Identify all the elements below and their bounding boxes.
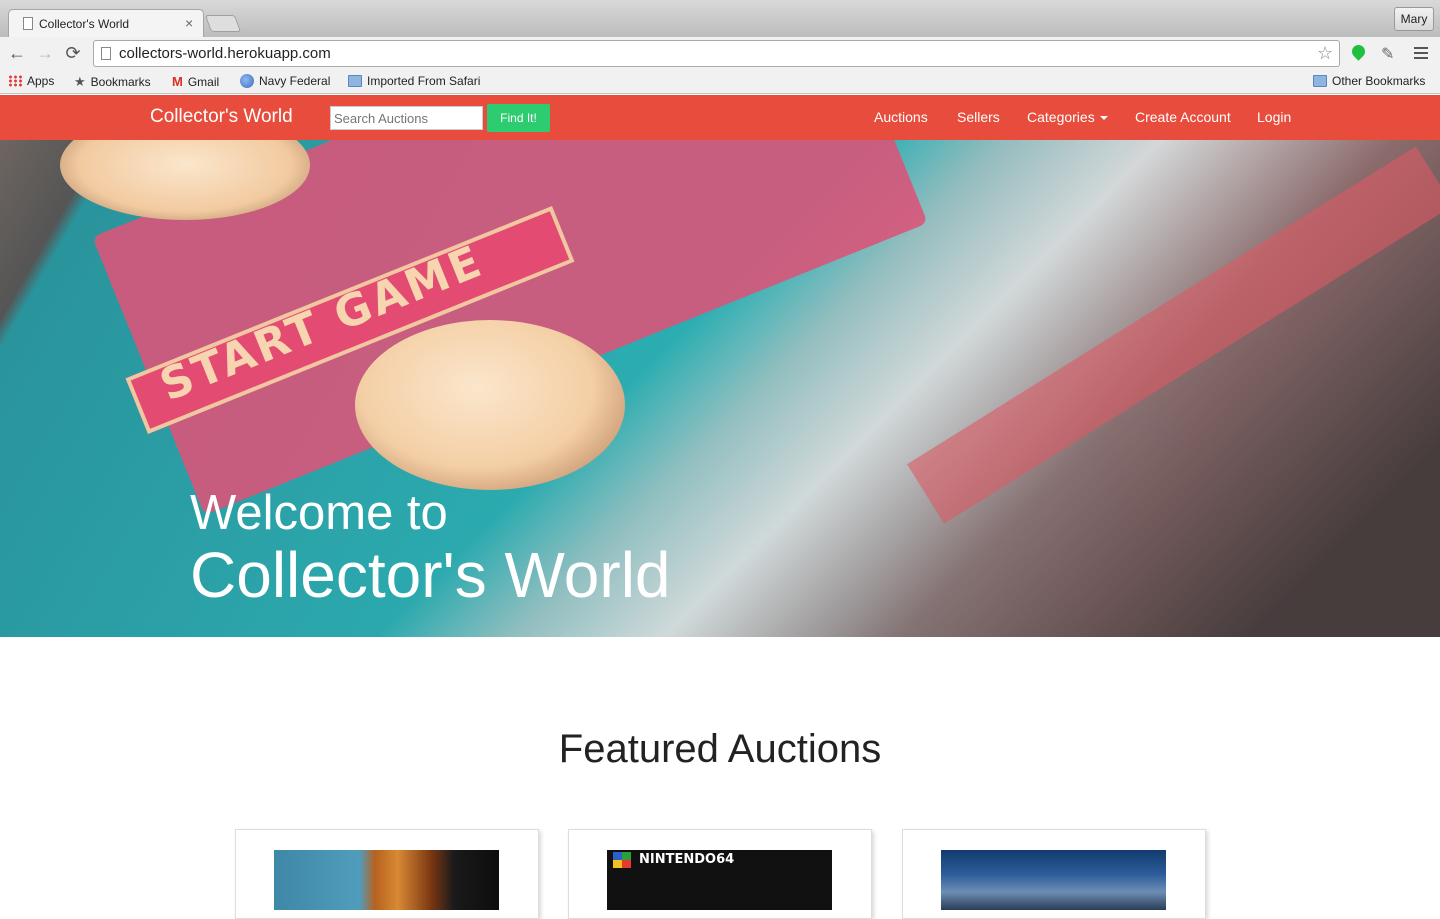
n64-logo-icon [613,852,631,868]
search-input[interactable] [330,106,483,130]
hero-welcome-text: Welcome to [190,486,448,540]
profile-button[interactable]: Mary [1394,7,1434,31]
eyedropper-extension-icon[interactable]: ✎ [1381,44,1401,64]
hero-image-stripe [907,146,1440,524]
brand-link[interactable]: Collector's World [150,106,293,128]
bookmark-label: Other Bookmarks [1332,74,1426,88]
auction-card[interactable]: NINTENDO64 [568,829,872,919]
bookmarks-bar: Apps ★ Bookmarks M Gmail Navy Federal Im… [0,70,1440,94]
apps-grid-icon [8,75,22,87]
nav-auctions[interactable]: Auctions [874,109,928,125]
back-arrow-icon[interactable]: ← [6,42,28,64]
reload-icon[interactable]: ⟳ [62,42,84,64]
new-tab-button[interactable] [204,15,242,32]
bookmark-gmail[interactable]: M Gmail [172,74,219,89]
featured-auctions-heading: Featured Auctions [558,727,882,771]
hero-banner: START GAME Welcome to Collector's World [0,140,1440,637]
bookmark-other-bookmarks[interactable]: Other Bookmarks [1313,74,1425,88]
map-pin-extension-icon[interactable] [1349,44,1369,64]
hamburger-menu-icon[interactable] [1414,47,1428,59]
bookmark-star-icon[interactable]: ☆ [1317,43,1333,64]
globe-icon [240,74,254,88]
nav-login[interactable]: Login [1257,109,1291,125]
address-url[interactable]: collectors-world.herokuapp.com [119,45,331,62]
nav-sellers[interactable]: Sellers [957,109,1000,125]
bookmark-apps[interactable]: Apps [8,74,54,88]
auction-card[interactable] [235,829,539,919]
nav-categories-label: Categories [1027,109,1095,125]
close-tab-icon[interactable]: × [185,15,193,31]
address-bar[interactable]: collectors-world.herokuapp.com ☆ [93,40,1340,67]
nintendo-64-image[interactable]: NINTENDO64 [607,850,832,910]
bookmark-label: Bookmarks [90,75,151,89]
guitar-image[interactable] [274,850,499,910]
n64-label: NINTENDO64 [639,852,735,867]
browser-toolbar: ← → ⟳ collectors-world.herokuapp.com ☆ ✎ [0,37,1440,70]
bookmark-bookmarks[interactable]: ★ Bookmarks [74,74,151,90]
browser-tab[interactable]: Collector's World × [8,9,204,37]
browser-tab-bar: Collector's World × Mary [0,0,1440,37]
page-icon [101,47,111,60]
nav-categories[interactable]: Categories [1027,109,1108,125]
bookmark-label: Imported From Safari [367,74,481,88]
hero-image-arcade-button [355,320,625,490]
find-it-button[interactable]: Find It! [487,104,550,132]
page-icon [23,17,33,30]
bookmark-imported-from-safari[interactable]: Imported From Safari [348,74,480,88]
gmail-icon: M [172,74,183,89]
folder-icon [348,75,362,87]
star-icon: ★ [74,74,86,89]
folder-icon [1313,75,1327,87]
caret-down-icon [1099,116,1108,121]
auction-card[interactable] [902,829,1206,919]
electronics-image[interactable] [941,850,1166,910]
bookmark-label: Navy Federal [259,74,331,88]
forward-arrow-icon[interactable]: → [34,42,56,64]
bookmark-label: Apps [27,74,55,88]
nav-create-account[interactable]: Create Account [1135,109,1231,125]
hero-title: Collector's World [190,539,671,611]
bookmark-navy-federal[interactable]: Navy Federal [240,74,330,88]
tab-title: Collector's World [39,17,130,31]
bookmark-label: Gmail [187,74,220,89]
site-navbar: Collector's World Find It! Auctions Sell… [0,95,1440,140]
